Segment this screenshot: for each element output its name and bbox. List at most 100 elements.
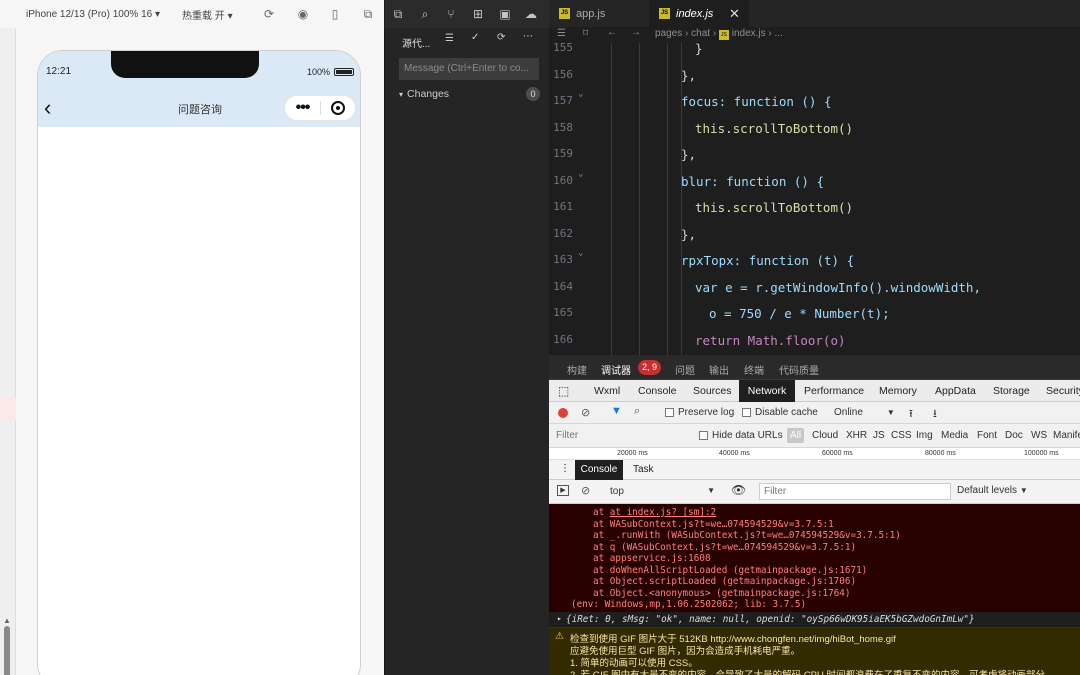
code-area[interactable]: 155 } 156 }, 157 ⌄ focus: function () { … (549, 41, 1080, 355)
type-filter-js[interactable]: JS (873, 430, 885, 441)
stack-frame[interactable]: at appservice.js:1608 (593, 553, 711, 564)
extensions-icon[interactable]: ⊞ (470, 6, 486, 22)
scm-header: 源代... ☰ ✓ ⟳ ⋯ (385, 28, 550, 52)
hot-reload-toggle[interactable]: 热重载 开 ▾ (182, 7, 233, 22)
context-select[interactable]: top ▼ (607, 484, 719, 500)
type-filter-ws[interactable]: WS (1031, 430, 1047, 441)
search-icon[interactable]: ⌕ (417, 6, 433, 22)
line-number: 159 (553, 147, 573, 160)
type-filter-img[interactable]: Img (916, 430, 933, 441)
stop-icon[interactable]: ◉ (296, 7, 310, 21)
fold-chevron-icon[interactable]: ⌄ (578, 248, 583, 258)
bookmark-icon[interactable]: ⌑ (583, 28, 588, 39)
tab-app-js[interactable]: JS app.js (549, 0, 647, 27)
preserve-log-checkbox[interactable]: Preserve log (665, 407, 734, 418)
tab-wxml[interactable]: Wxml (594, 385, 620, 397)
inspect-element-icon[interactable]: ⬚ (558, 384, 569, 398)
drawer-tab-task[interactable]: Task (633, 464, 654, 475)
type-filter-font[interactable]: Font (977, 430, 997, 441)
tab-sources[interactable]: Sources (693, 385, 732, 397)
stack-frame[interactable]: at WASubContext.js?t=we…074594529&v=3.7.… (593, 519, 834, 530)
commit-check-icon[interactable]: ✓ (471, 32, 479, 43)
tab-problems[interactable]: 问题 (675, 362, 695, 377)
disable-cache-label: Disable cache (755, 407, 818, 418)
tab-network[interactable]: Network (739, 380, 795, 402)
stack-frame[interactable]: at Object.<anonymous> (getmainpackage.js… (593, 588, 850, 599)
stack-frame[interactable]: at Object.scriptLoaded (getmainpackage.j… (593, 576, 856, 587)
eye-icon[interactable]: 👁 (731, 483, 746, 497)
console-object-log[interactable]: ▸ {iRet: 0, sMsg: "ok", name: null, open… (549, 612, 1080, 628)
type-filter-manifest[interactable]: Manife (1053, 430, 1080, 441)
more-actions-icon[interactable]: ⋯ (523, 31, 533, 42)
tab-code-quality[interactable]: 代码质量 (779, 362, 819, 377)
tab-output[interactable]: 输出 (709, 362, 729, 377)
list-icon[interactable]: ☰ (557, 28, 566, 39)
tab-memory[interactable]: Memory (879, 385, 917, 397)
network-filter-input[interactable]: Filter (556, 430, 578, 441)
more-icon[interactable]: ••• (285, 98, 320, 118)
source-control-icon[interactable]: ⑂ (443, 6, 459, 22)
dropdown-icon: ▼ (707, 486, 715, 495)
stack-frame[interactable]: at doWhenAllScriptLoaded (getmainpackage… (593, 565, 867, 576)
drawer-tab-console[interactable]: Console (575, 460, 623, 480)
files-icon[interactable]: ⧉ (390, 6, 406, 22)
refresh-icon[interactable]: ⟳ (262, 7, 276, 21)
env-info: (env: Windows,mp,1.06.2502062; lib: 3.7.… (571, 599, 807, 610)
line-number: 164 (553, 280, 573, 293)
commit-message-input[interactable]: Message (Ctrl+Enter to co... (399, 58, 539, 80)
phone-icon[interactable]: ▯ (328, 7, 342, 21)
record-icon[interactable] (558, 408, 568, 418)
tab-appdata[interactable]: AppData (935, 385, 976, 397)
drawer-menu-icon[interactable]: ⋮ (560, 463, 570, 474)
tab-terminal[interactable]: 终端 (744, 362, 764, 377)
breadcrumb-path[interactable]: pages › chat › JS index.js › ... (655, 28, 783, 40)
list-icon[interactable]: ☰ (445, 33, 454, 44)
type-filter-xhr[interactable]: XHR (846, 430, 867, 441)
timeline-tick: 100000 ms (1024, 450, 1059, 457)
docker-icon[interactable]: ☁ (523, 6, 539, 22)
clear-icon[interactable]: ⊘ (581, 406, 590, 419)
type-filter-doc[interactable]: Doc (1005, 430, 1023, 441)
type-filter-css[interactable]: CSS (891, 430, 912, 441)
type-filter-media[interactable]: Media (941, 430, 968, 441)
console-filter-input[interactable]: Filter (759, 483, 951, 500)
tab-performance[interactable]: Performance (804, 385, 864, 397)
fold-chevron-icon[interactable]: ⌄ (578, 89, 583, 99)
type-filter-all[interactable]: All (787, 428, 805, 443)
tab-console[interactable]: Console (638, 385, 677, 397)
upload-icon[interactable]: ⭱ (909, 405, 913, 424)
window-icon[interactable]: ⧉ (361, 7, 375, 21)
code-line: this.scrollToBottom() (695, 200, 854, 215)
download-icon[interactable]: ⭳ (933, 405, 937, 424)
scrollbar-thumb[interactable] (4, 626, 10, 675)
sidebar-toggle-icon[interactable]: ▶ (557, 485, 569, 496)
back-nav-icon[interactable]: ← (607, 27, 617, 38)
fold-chevron-icon[interactable]: ⌄ (578, 169, 583, 179)
tab-storage[interactable]: Storage (993, 385, 1030, 397)
log-levels-select[interactable]: Default levels ▼ (957, 485, 1028, 496)
refresh-scm-icon[interactable]: ⟳ (497, 32, 505, 43)
tab-security[interactable]: Security (1046, 385, 1080, 397)
clear-console-icon[interactable]: ⊘ (581, 484, 590, 497)
search-icon[interactable]: ⌕ (634, 405, 640, 418)
hide-data-urls-checkbox[interactable]: Hide data URLs (699, 430, 783, 441)
tab-build[interactable]: 构建 (567, 362, 587, 377)
forward-nav-icon[interactable]: → (631, 27, 641, 38)
throttle-select[interactable]: Online ▼ (834, 407, 895, 418)
tab-debugger[interactable]: 调试器 (601, 362, 631, 377)
device-selector[interactable]: iPhone 12/13 (Pro) 100% 16 ▾ (26, 9, 160, 20)
close-tab-icon[interactable]: ✕ (729, 6, 740, 22)
expand-icon[interactable]: ▸ (557, 614, 562, 623)
type-filter-cloud[interactable]: Cloud (812, 430, 838, 441)
warning-icon: ⚠ (555, 631, 564, 642)
changes-group[interactable]: ▾ Changes (399, 88, 539, 102)
stack-frame[interactable]: at q (WASubContext.js?t=we…074594529&v=3… (593, 542, 856, 553)
close-capsule-icon[interactable] (321, 101, 355, 115)
scm-title: 源代... (402, 39, 431, 50)
scroll-up-icon[interactable]: ▲ (3, 616, 11, 625)
stack-frame[interactable]: at index.js? [sm]:2 (610, 507, 716, 518)
stack-frame[interactable]: at _.runWith (WASubContext.js?t=we…07459… (593, 530, 901, 541)
filter-icon[interactable]: ▼ (611, 405, 622, 417)
disable-cache-checkbox[interactable]: Disable cache (742, 407, 818, 418)
debug-icon[interactable]: ▣ (497, 6, 513, 22)
